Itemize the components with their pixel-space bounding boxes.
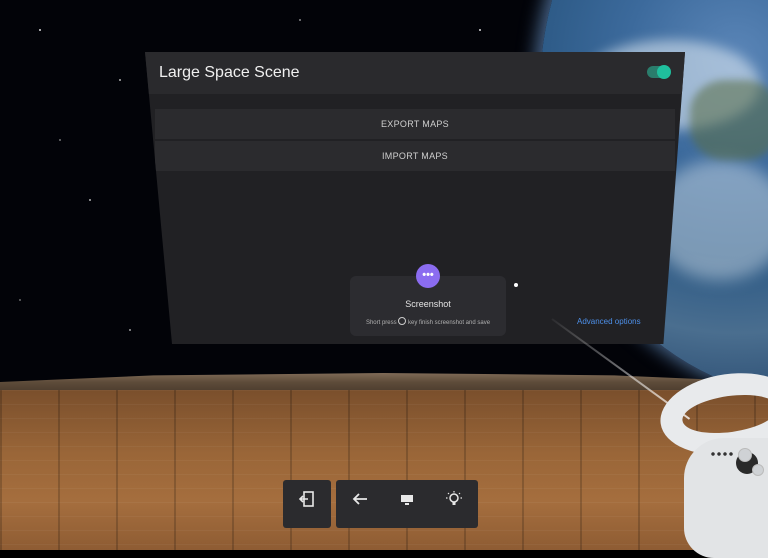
toast-subtitle-suffix: key finish screenshot and save	[407, 320, 491, 326]
export-maps-button[interactable]: EXPORT MAPS	[155, 109, 675, 139]
oculus-button-icon	[398, 317, 407, 325]
advanced-options-link[interactable]: Advanced options	[577, 317, 641, 326]
exit-icon[interactable]	[293, 490, 321, 518]
pointer-cursor	[514, 283, 518, 287]
scene-toggle[interactable]	[647, 65, 671, 79]
panel-header: Large Space Scene	[145, 52, 685, 94]
vr-controller	[640, 364, 768, 558]
panel-title: Large Space Scene	[159, 64, 300, 81]
more-dots-icon: •••	[416, 264, 440, 288]
controller-button-b	[752, 464, 764, 476]
toast-title: Screenshot	[405, 299, 451, 309]
controller-button-a	[738, 448, 752, 462]
toast-subtitle-prefix: Short press	[365, 320, 397, 326]
monitor-icon[interactable]	[393, 490, 421, 518]
lightbulb-icon[interactable]	[440, 490, 468, 518]
toggle-knob	[657, 65, 671, 79]
back-arrow-icon[interactable]	[346, 490, 374, 518]
controller-dots	[710, 452, 734, 456]
land-mass	[690, 80, 768, 160]
toast-subtitle: Short press key finish screenshot and sa…	[350, 317, 506, 326]
import-maps-button[interactable]: IMPORT MAPS	[155, 141, 675, 171]
